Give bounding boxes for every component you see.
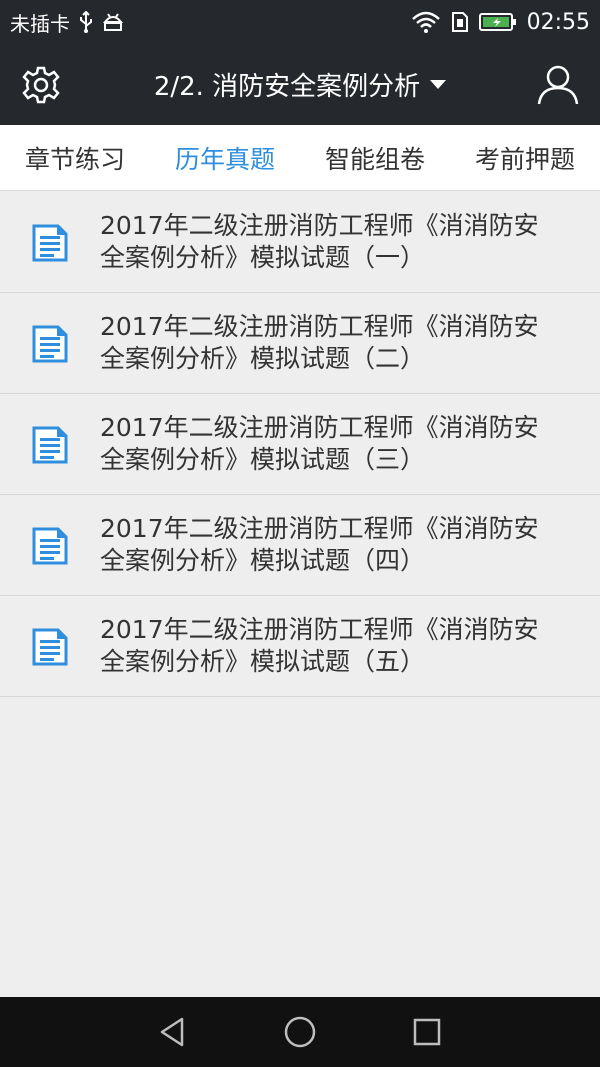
paper-title-line2: 全案例分析》模拟试题（一） [100,243,426,272]
user-icon[interactable] [536,62,580,106]
chevron-down-icon[interactable] [430,80,447,89]
paper-title-line1: 2017年二级注册消防工程师《消消防安 [100,312,539,341]
document-icon [32,325,68,363]
document-icon [32,224,68,262]
paper-title-line1: 2017年二级注册消防工程师《消消防安 [100,413,539,442]
paper-title: 2017年二级注册消防工程师《消消防安 全案例分析》模拟试题（一） [100,210,580,274]
wifi-icon [411,11,441,33]
status-bar: 未插卡 02:55 [0,0,600,44]
subject-title[interactable]: 2/2. 消防安全案例分析 [154,66,420,103]
document-icon [32,628,68,666]
home-icon[interactable] [278,1010,322,1054]
paper-title-line1: 2017年二级注册消防工程师《消消防安 [100,615,539,644]
list-item[interactable]: 2017年二级注册消防工程师《消消防安 全案例分析》模拟试题（二） [0,293,600,394]
paper-title-line2: 全案例分析》模拟试题（四） [100,546,426,575]
paper-title: 2017年二级注册消防工程师《消消防安 全案例分析》模拟试题（三） [100,412,580,476]
document-icon [32,426,68,464]
app-bar: 2/2. 消防安全案例分析 [0,44,600,125]
system-nav-bar [0,997,600,1067]
paper-title-line2: 全案例分析》模拟试题（三） [100,445,426,474]
sim-icon [451,11,469,33]
tab-pre-exam[interactable]: 考前押题 [471,140,579,176]
gear-icon[interactable] [20,64,62,106]
paper-title: 2017年二级注册消防工程师《消消防安 全案例分析》模拟试题（四） [100,513,580,577]
status-left: 未插卡 [10,8,124,37]
tab-bar: 章节练习 历年真题 智能组卷 考前押题 [0,125,600,191]
paper-title-line2: 全案例分析》模拟试题（二） [100,344,426,373]
app-screen: 未插卡 02:55 2/2. 消防安全案例分析 章节练习 历年真题 智能组卷 考… [0,0,600,1067]
list-item[interactable]: 2017年二级注册消防工程师《消消防安 全案例分析》模拟试题（四） [0,495,600,596]
tab-past-exams[interactable]: 历年真题 [171,140,279,176]
carrier-text: 未插卡 [10,11,70,36]
paper-title-line1: 2017年二级注册消防工程师《消消防安 [100,514,539,543]
usb-icon [78,11,94,33]
clock-text: 02:55 [526,9,590,35]
battery-charging-icon [478,12,517,32]
paper-list: 2017年二级注册消防工程师《消消防安 全案例分析》模拟试题（一） 2017年二… [0,192,600,697]
paper-title: 2017年二级注册消防工程师《消消防安 全案例分析》模拟试题（二） [100,311,580,375]
tab-smart-paper[interactable]: 智能组卷 [321,140,429,176]
recents-icon[interactable] [405,1010,449,1054]
android-debug-icon [102,12,124,32]
back-icon[interactable] [151,1010,195,1054]
list-item[interactable]: 2017年二级注册消防工程师《消消防安 全案例分析》模拟试题（一） [0,192,600,293]
list-item[interactable]: 2017年二级注册消防工程师《消消防安 全案例分析》模拟试题（三） [0,394,600,495]
status-right: 02:55 [411,10,590,35]
paper-title-line1: 2017年二级注册消防工程师《消消防安 [100,211,539,240]
document-icon [32,527,68,565]
paper-title-line2: 全案例分析》模拟试题（五） [100,647,426,676]
paper-title: 2017年二级注册消防工程师《消消防安 全案例分析》模拟试题（五） [100,614,580,678]
tab-chapter-practice[interactable]: 章节练习 [21,140,129,176]
list-item[interactable]: 2017年二级注册消防工程师《消消防安 全案例分析》模拟试题（五） [0,596,600,697]
title-wrap: 2/2. 消防安全案例分析 [0,44,600,125]
